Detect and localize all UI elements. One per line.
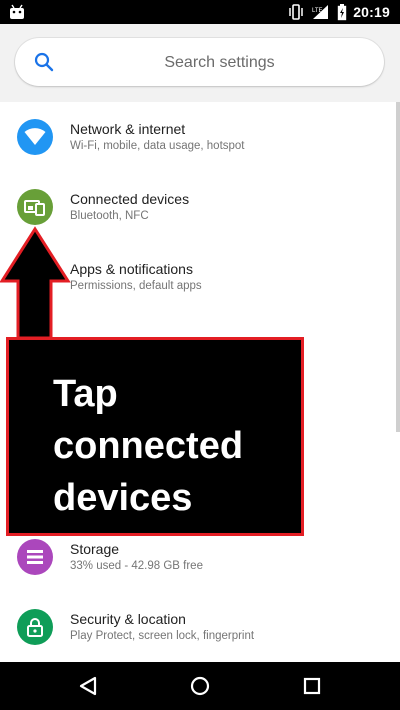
callout-text: Tap connected devices [53,368,303,524]
search-area [0,24,400,102]
navigation-bar [0,662,400,710]
storage-icon [17,539,53,575]
search-icon [34,52,54,72]
callout-line-1: Tap [53,373,118,415]
scrollbar[interactable] [396,102,400,432]
status-time: 20:19 [353,4,390,20]
status-bar: LTE 20:19 [0,0,400,24]
back-icon[interactable] [76,674,100,698]
vibrate-icon [289,4,303,20]
status-icons: LTE 20:19 [287,0,390,24]
settings-item-title: Storage [70,541,120,557]
settings-item-security[interactable]: Security & location Play Protect, screen… [0,592,396,662]
settings-item-subtitle: Wi-Fi, mobile, data usage, hotspot [70,140,245,152]
settings-item-title: Security & location [70,611,186,627]
recents-icon[interactable] [300,674,324,698]
search-bar[interactable] [15,38,384,88]
devices-icon [17,189,53,225]
lock-icon [17,609,53,645]
settings-item-title: Apps & notifications [70,261,193,277]
battery-icon [337,3,347,20]
search-input[interactable] [75,38,364,88]
tutorial-callout: Tap connected devices [6,337,304,536]
settings-item-subtitle: 33% used - 42.98 GB free [70,560,203,572]
wifi-icon [17,119,53,155]
settings-item-subtitle: Permissions, default apps [70,280,202,292]
callout-line-2: connected [53,425,244,467]
android-notification-icon [10,4,24,19]
pointer-arrow-icon [0,226,71,340]
network-type-label: LTE [312,8,323,14]
settings-item-title: Connected devices [70,191,190,207]
settings-item-title: Network & internet [70,121,186,137]
signal-icon: LTE [312,5,329,19]
callout-line-3: devices [53,477,193,519]
settings-item-subtitle: Bluetooth, NFC [70,210,149,222]
settings-item-subtitle: Play Protect, screen lock, fingerprint [70,630,255,642]
settings-item-network[interactable]: Network & internet Wi-Fi, mobile, data u… [0,102,396,172]
home-icon[interactable] [188,674,212,698]
